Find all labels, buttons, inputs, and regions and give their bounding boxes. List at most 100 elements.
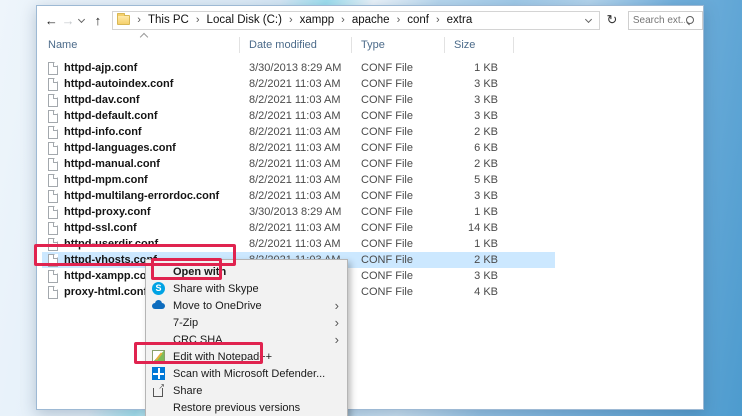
file-type: CONF File [361,94,457,106]
table-row[interactable]: httpd-autoindex.conf 8/2/2021 11:03 AM C… [42,76,555,92]
file-size: 2 KB [457,254,498,266]
table-row[interactable]: httpd-languages.conf 8/2/2021 11:03 AM C… [42,140,555,156]
forward-button[interactable]: → [60,14,77,27]
explorer-window: ← → ↑ This PC Local Disk (C:) xampp apac… [36,5,704,410]
breadcrumb-item[interactable]: extra [429,14,472,26]
search-input[interactable] [633,15,685,26]
menu-item[interactable]: Scan with Microsoft Defender... › [146,365,347,382]
up-button[interactable]: ↑ [90,14,107,27]
notepadpp-icon [152,350,165,363]
breadcrumb-item[interactable]: This PC [130,14,189,26]
document-icon [48,62,58,75]
file-name-cell: httpd-ajp.conf [42,62,249,75]
file-type: CONF File [361,286,457,298]
file-size: 3 KB [457,190,498,202]
submenu-arrow-icon: › [335,333,341,346]
column-header-type[interactable]: Type [361,39,385,51]
back-button[interactable]: ← [43,14,60,27]
file-size: 3 KB [457,270,498,282]
table-row[interactable]: httpd-ajp.conf 3/30/2013 8:29 AM CONF Fi… [42,60,555,76]
table-row[interactable]: httpd-default.conf 8/2/2021 11:03 AM CON… [42,108,555,124]
file-name: httpd-mpm.conf [64,174,148,186]
file-name: httpd-autoindex.conf [64,78,173,90]
no-icon [152,265,165,278]
menu-item[interactable]: 7-Zip › [146,314,347,331]
table-row[interactable]: httpd-ssl.conf 8/2/2021 11:03 AM CONF Fi… [42,220,555,236]
menu-item[interactable]: Move to OneDrive › [146,297,347,314]
file-size: 3 KB [457,110,498,122]
table-row[interactable]: httpd-multilang-errordoc.conf 8/2/2021 1… [42,188,555,204]
folder-icon [117,15,130,25]
file-name-cell: httpd-proxy.conf [42,206,249,219]
file-name: httpd-default.conf [64,110,157,122]
file-name-cell: httpd-autoindex.conf [42,78,249,91]
breadcrumb-item[interactable]: apache [334,14,389,26]
column-header-date-modified[interactable]: Date modified [249,39,317,51]
menu-item[interactable]: Edit with Notepad++ › [146,348,347,365]
menu-item[interactable]: Share › [146,382,347,399]
file-date: 8/2/2021 11:03 AM [249,94,361,106]
no-icon [152,401,165,414]
address-dropdown-chevron-icon[interactable] [585,15,592,22]
breadcrumb-item-label: extra [447,14,473,26]
search-box[interactable] [628,11,703,30]
onedrive-icon [152,299,165,312]
menu-item[interactable]: CRC SHA › [146,331,347,348]
file-name-cell: httpd-languages.conf [42,142,249,155]
table-row[interactable]: httpd-manual.conf 8/2/2021 11:03 AM CONF… [42,156,555,172]
menu-item-label: Share [173,385,202,397]
menu-item[interactable]: Open with › [146,263,347,280]
column-header-size[interactable]: Size [454,39,475,51]
file-date: 8/2/2021 11:03 AM [249,174,361,186]
file-name: httpd-languages.conf [64,142,176,154]
breadcrumb: This PC Local Disk (C:) xampp apache con… [130,14,586,26]
menu-item[interactable]: Share with Skype › [146,280,347,297]
file-name: proxy-html.conf [64,286,147,298]
document-icon [48,110,58,123]
table-row[interactable]: httpd-info.conf 8/2/2021 11:03 AM CONF F… [42,124,555,140]
breadcrumb-item-label: xampp [300,14,335,26]
document-icon [48,254,58,267]
file-name: httpd-multilang-errordoc.conf [64,190,219,202]
address-bar[interactable]: This PC Local Disk (C:) xampp apache con… [112,11,600,30]
breadcrumb-item[interactable]: Local Disk (C:) [189,14,282,26]
file-name: httpd-xampp.conf [64,270,157,282]
column-separator[interactable] [444,37,445,53]
breadcrumb-item[interactable]: conf [390,14,429,26]
refresh-icon[interactable]: ↻ [604,12,620,28]
document-icon [48,190,58,203]
column-separator[interactable] [239,37,240,53]
column-header-name[interactable]: Name [48,39,77,51]
breadcrumb-item-label: This PC [148,14,189,26]
breadcrumb-item[interactable]: xampp [282,14,334,26]
table-row[interactable]: httpd-mpm.conf 8/2/2021 11:03 AM CONF Fi… [42,172,555,188]
menu-item[interactable]: Restore previous versions › [146,399,347,416]
column-headers: Name Date modified Type Size [37,34,703,57]
sort-ascending-icon [140,33,148,41]
file-type: CONF File [361,62,457,74]
file-date: 8/2/2021 11:03 AM [249,238,361,250]
file-type: CONF File [361,174,457,186]
table-row[interactable]: httpd-userdir.conf 8/2/2021 11:03 AM CON… [42,236,555,252]
table-row[interactable]: httpd-proxy.conf 3/30/2013 8:29 AM CONF … [42,204,555,220]
recent-locations-chevron-icon[interactable] [78,15,85,22]
table-row[interactable]: httpd-dav.conf 8/2/2021 11:03 AM CONF Fi… [42,92,555,108]
file-name-cell: httpd-dav.conf [42,94,249,107]
document-icon [48,222,58,235]
file-name-cell: httpd-mpm.conf [42,174,249,187]
file-size: 3 KB [457,94,498,106]
column-separator[interactable] [351,37,352,53]
file-name: httpd-proxy.conf [64,206,151,218]
document-icon [48,174,58,187]
document-icon [48,286,58,299]
file-name: httpd-ajp.conf [64,62,137,74]
menu-item-label: Restore previous versions [173,402,300,414]
navigation-toolbar: ← → ↑ This PC Local Disk (C:) xampp apac… [37,6,703,34]
submenu-arrow-icon: › [335,316,341,329]
file-date: 8/2/2021 11:03 AM [249,110,361,122]
column-separator[interactable] [513,37,514,53]
file-size: 4 KB [457,286,498,298]
file-size: 5 KB [457,174,498,186]
file-name: httpd-vhosts.conf [64,254,157,266]
file-type: CONF File [361,190,457,202]
